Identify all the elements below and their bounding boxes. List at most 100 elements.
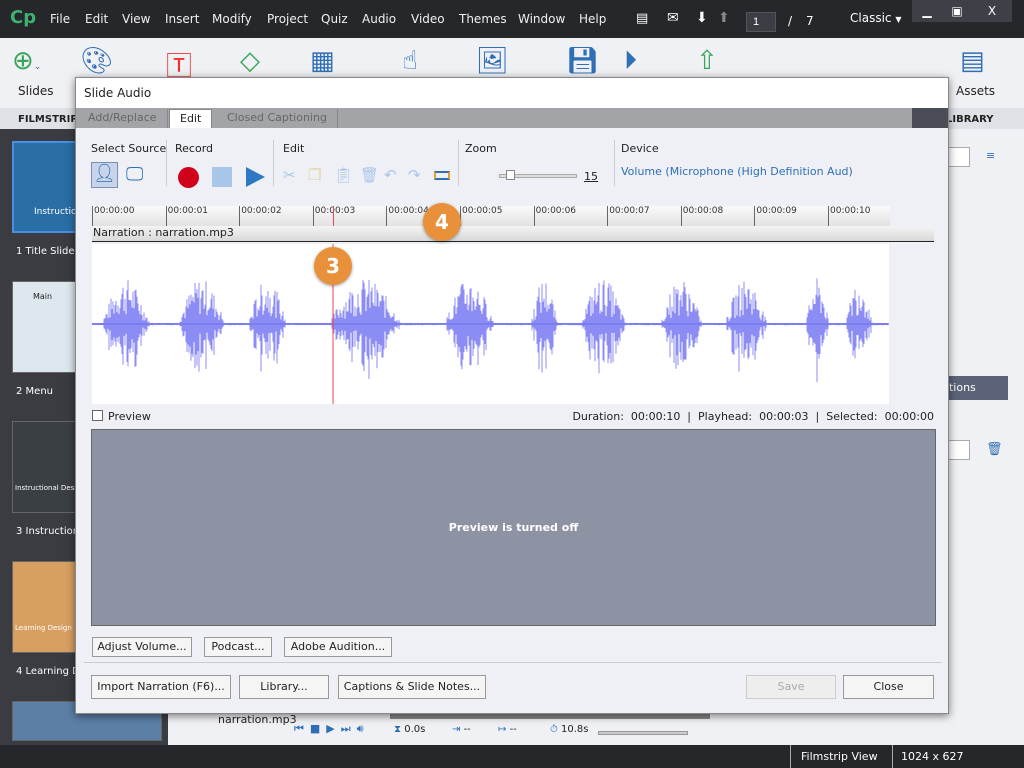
menu-quiz[interactable]: Quiz: [321, 12, 348, 26]
redo-icon[interactable]: ↷: [408, 166, 421, 184]
callout-4: 4: [423, 203, 461, 241]
shapes-icon[interactable]: ◇: [240, 46, 260, 76]
ruler-playhead[interactable]: [333, 206, 334, 226]
thumb-text: Instructio: [34, 207, 77, 217]
menu-help[interactable]: Help: [579, 12, 606, 26]
slide-label-3: 3 Instruction: [16, 526, 80, 537]
device-value[interactable]: Volume (Microphone (High Definition Aud): [621, 165, 853, 178]
fit-to-window-icon[interactable]: [434, 171, 450, 180]
trash-icon[interactable]: 🗑︎: [986, 442, 1003, 457]
zoom-value[interactable]: 15: [584, 170, 598, 183]
divider: [166, 140, 167, 186]
time-ruler[interactable]: 00:00:00 00:00:01 00:00:02 00:00:03 00:00:04…: [92, 206, 890, 226]
mail-icon[interactable]: ✉: [667, 10, 679, 26]
computer-audio-source-icon[interactable]: 🖵︎: [126, 164, 143, 185]
preview-label: Preview: [108, 410, 151, 423]
maximize-button[interactable]: ▣: [942, 0, 972, 22]
duration-readout: ⏱︎ 10.8s: [550, 724, 589, 735]
microphone-source-button[interactable]: 👤︎: [91, 162, 118, 188]
menu-view[interactable]: View: [122, 12, 150, 26]
ruler-tick: 00:00:05: [460, 206, 502, 226]
save-button[interactable]: Save: [746, 675, 836, 699]
objects-icon[interactable]: ▦: [310, 46, 335, 76]
library-tab[interactable]: LIBRARY: [946, 114, 994, 125]
slide-label-2: 2 Menu: [16, 386, 53, 397]
save-icon[interactable]: 💾︎: [566, 46, 599, 76]
ruler-tick: 00:00:09: [754, 206, 797, 226]
record-button[interactable]: [178, 167, 199, 188]
page-total: 7: [806, 14, 814, 28]
ruler-tick: 00:00:10: [828, 206, 870, 226]
podcast-button[interactable]: Podcast...: [204, 637, 272, 657]
property-field-2[interactable]: [948, 440, 970, 460]
close-button[interactable]: Close: [843, 675, 934, 699]
audio-info: Duration: 00:00:10 | Playhead: 00:00:03 …: [572, 410, 934, 423]
timeline-in: --: [463, 724, 471, 735]
ruler-tick: 00:00:00: [92, 206, 134, 226]
play-button[interactable]: [246, 167, 265, 187]
status-size: 1024 x 627: [892, 745, 972, 768]
close-window-button[interactable]: X: [972, 0, 1012, 22]
library-button[interactable]: Library...: [239, 675, 329, 699]
preview-checkbox[interactable]: [92, 410, 103, 421]
menu-modify[interactable]: Modify: [212, 12, 252, 26]
add-slide-icon[interactable]: ⊕⌄: [12, 46, 41, 76]
menu-window[interactable]: Window: [518, 12, 565, 26]
page-number-input[interactable]: [746, 12, 776, 32]
property-field[interactable]: [948, 147, 970, 167]
adobe-audition-button[interactable]: Adobe Audition...: [284, 637, 392, 657]
copy-icon[interactable]: ❐: [308, 166, 321, 184]
menu-edit[interactable]: Edit: [85, 12, 108, 26]
record-label: Record: [175, 142, 214, 155]
comment-icon[interactable]: ▤: [636, 11, 648, 26]
interactions-icon[interactable]: ☝: [402, 46, 418, 76]
paste-icon[interactable]: 📋︎: [334, 166, 353, 184]
preview-area: Preview is turned off: [91, 429, 936, 626]
delete-icon[interactable]: 🗑︎: [360, 166, 379, 184]
undo-icon[interactable]: ↶: [384, 166, 397, 184]
audio-waveform[interactable]: [92, 244, 889, 404]
in-point: ⇥ --: [452, 724, 471, 735]
arrow-up-icon[interactable]: ⬆: [718, 10, 730, 26]
assets-icon[interactable]: ▤: [960, 46, 985, 76]
workspace-dropdown[interactable]: Classic ▼: [850, 11, 902, 25]
timeline-zoom-slider[interactable]: [598, 731, 688, 735]
filmstrip-tab[interactable]: FILMSTRIP: [18, 114, 78, 125]
themes-palette-icon[interactable]: 🎨︎: [80, 46, 113, 76]
zoom-slider[interactable]: [499, 170, 577, 180]
device-label: Device: [621, 142, 659, 155]
dialog-title: Slide Audio: [76, 78, 948, 108]
timeline-duration: 10.8s: [561, 724, 589, 735]
captions-slide-notes-button[interactable]: Captions & Slide Notes...: [338, 675, 486, 699]
import-narration-button[interactable]: Import Narration (F6)...: [91, 675, 231, 699]
menu-project[interactable]: Project: [267, 12, 308, 26]
media-icon[interactable]: 🖼︎: [476, 46, 509, 76]
list-options-icon[interactable]: ≡: [986, 149, 995, 162]
arrow-down-icon[interactable]: ⬇: [696, 10, 708, 26]
adjust-volume-button[interactable]: Adjust Volume...: [92, 637, 192, 657]
out-point: ↦ --: [498, 724, 517, 735]
menu-audio[interactable]: Audio: [362, 12, 396, 26]
ruler-tick: 00:00:01: [165, 206, 208, 226]
waveform-path: [92, 278, 889, 382]
cut-icon[interactable]: ✂: [283, 166, 296, 184]
menu-insert[interactable]: Insert: [165, 12, 199, 26]
divider: [84, 662, 942, 663]
preview-play-icon[interactable]: ⏵: [624, 46, 637, 77]
playback-controls[interactable]: ⏮■▶⏭🔊︎: [294, 722, 370, 736]
zoom-slider-thumb[interactable]: [506, 170, 515, 180]
timeline-filename: narration.mp3: [218, 713, 297, 726]
ruler-tick: 00:00:02: [239, 206, 282, 226]
publish-icon[interactable]: ⇧: [696, 46, 718, 76]
timeline-panel: narration.mp3 ⏮■▶⏭🔊︎ ⧗ 0.0s ⇥ -- ↦ -- ⏱︎…: [168, 713, 720, 745]
menu-video[interactable]: Video: [411, 12, 445, 26]
minimize-button[interactable]: ▁: [912, 0, 942, 22]
select-source-label: Select Source: [91, 142, 167, 155]
tab-add-replace[interactable]: Add/Replace: [78, 109, 168, 128]
tab-closed-captioning[interactable]: Closed Captioning: [217, 109, 338, 128]
menu-file[interactable]: File: [50, 12, 70, 26]
menu-themes[interactable]: Themes: [459, 12, 507, 26]
tab-edit[interactable]: Edit: [169, 109, 213, 128]
stop-button[interactable]: [212, 167, 232, 187]
ruler-tick: 00:00:07: [607, 206, 650, 226]
